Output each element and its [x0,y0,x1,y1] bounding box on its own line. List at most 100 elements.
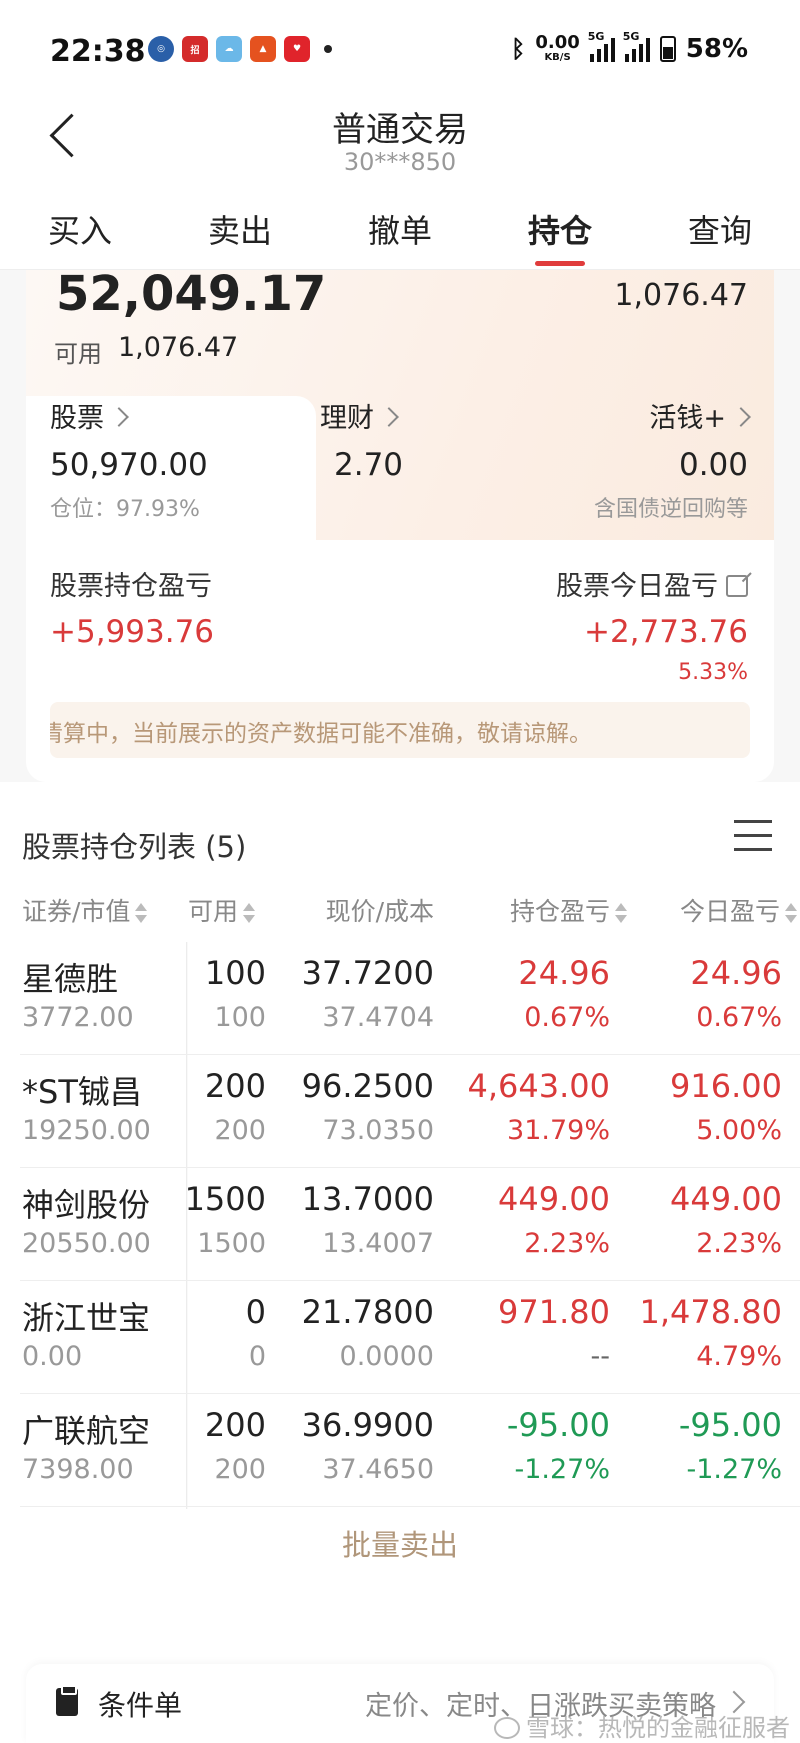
holding-pl: 971.80 [498,1293,610,1331]
sort-icon [614,903,628,923]
asset-breakdown: 股票 50,970.00 仓位：97.93% 理财 2.70 活钱+ 0.00 … [26,396,774,540]
tab-cancel[interactable]: 撤单 [320,190,480,269]
cost-price: 37.4650 [322,1454,434,1485]
net-speed: 0.00 KB/S [535,31,580,64]
wealth-entry[interactable]: 理财 2.70 [320,396,403,483]
holding-row[interactable]: 广联航空 7398.00 200 200 36.9900 37.4650 -95… [0,1394,800,1507]
row-divider [20,1506,800,1507]
signal-icon-2: 5G [623,30,650,62]
today-pl: 24.96 [690,954,782,992]
tab-positions[interactable]: 持仓 [480,190,640,269]
holding-pl-percent: 2.23% [524,1228,610,1259]
sort-icon [784,903,798,923]
stock-name: 浙江世宝 [22,1299,151,1337]
holding-row[interactable]: 神剑股份 20550.00 1500 1500 13.7000 13.4007 … [0,1168,800,1281]
heart-app-icon: ♥ [284,36,310,62]
current-price: 36.9900 [301,1406,434,1444]
stock-name: 神剑股份 [22,1186,151,1224]
holding-pl-value: +5,993.76 [50,614,215,650]
cash-plus-entry[interactable]: 活钱+ 0.00 含国债逆回购等 [593,396,751,523]
current-price: 96.2500 [301,1067,434,1105]
column-available-label: 可用 [188,897,239,926]
broker-app-icon: 招 [182,36,208,62]
column-price-cost: 现价/成本 [325,897,434,926]
position-qty: 100 [204,954,266,992]
today-pl: 1,478.80 [639,1293,783,1331]
notification-icons: ◎ 招 ☁ ▲ ♥ [148,36,332,62]
tab-sell[interactable]: 卖出 [160,190,320,269]
market-value: 3772.00 [22,1002,134,1033]
today-pl-percent: 5.33% [678,660,748,685]
current-price: 37.7200 [301,954,434,992]
available-cash: 1,076.47 [614,278,748,313]
holding-pl: 4,643.00 [467,1067,611,1105]
cost-price: 13.4007 [322,1228,434,1259]
status-bar: 22:38 ◎ 招 ☁ ▲ ♥ ᛒ 0.00 KB/S 5G 5G 58% [0,0,800,100]
status-indicators: ᛒ 0.00 KB/S 5G 5G 58% [510,30,748,64]
sort-icon [134,903,148,923]
today-pl: 449.00 [670,1180,782,1218]
wealth-label: 理财 [320,403,374,434]
signal-icon: 5G [588,30,615,62]
market-value: 7398.00 [22,1454,134,1485]
clipboard-icon [56,1685,78,1716]
holding-pl-percent: -1.27% [514,1454,610,1485]
cost-price: 37.4704 [322,1002,434,1033]
column-name-value[interactable]: 证券/市值 [22,892,148,928]
available-qty: 1500 [197,1228,266,1259]
position-qty: 0 [245,1293,266,1331]
column-today-pl-label: 今日盈亏 [679,897,780,926]
available-qty: 100 [214,1002,266,1033]
current-price: 13.7000 [301,1180,434,1218]
holding-row[interactable]: 星德胜 3772.00 100 100 37.7200 37.4704 24.9… [0,942,800,1055]
holdings-section: 股票持仓列表 (5) 证券/市值 可用 现价/成本 持仓盈亏 今日盈亏 星德胜 … [0,782,800,1743]
cost-price: 0.0000 [339,1341,434,1372]
holding-row[interactable]: 浙江世宝 0.00 0 0 21.7800 0.0000 971.80 -- 1… [0,1281,800,1394]
holding-pl: 449.00 [498,1180,610,1218]
available-label: 可用 [54,340,102,368]
market-value: 20550.00 [22,1228,151,1259]
conditional-order-label: 条件单 [98,1689,183,1722]
column-available[interactable]: 可用 [188,892,256,928]
holding-pl-percent: 0.67% [524,1002,610,1033]
weather-icon: ☁ [216,36,242,62]
chevron-right-icon [731,407,751,427]
watermark: 雪球：热悦的金融征服者 [494,1708,790,1743]
column-holding-pl[interactable]: 持仓盈亏 [510,892,628,928]
tab-buy[interactable]: 买入 [0,190,160,269]
stocks-entry[interactable]: 股票 50,970.00 仓位：97.93% [50,396,208,523]
menu-list-icon[interactable] [734,820,774,856]
cash-plus-value: 0.00 [678,447,748,483]
net-speed-value: 0.00 [535,31,580,53]
column-today-pl[interactable]: 今日盈亏 [680,892,798,928]
cash-plus-label: 活钱+ [649,403,726,434]
holdings-title: 股票持仓列表 (5) [22,830,247,864]
column-holding-pl-label: 持仓盈亏 [509,897,610,926]
xueqiu-logo-icon [494,1717,520,1739]
cash-plus-note: 含国债逆回购等 [593,497,748,522]
wealth-value: 2.70 [334,447,404,483]
stock-name: *ST铖昌 [22,1073,142,1111]
signal-tag-2: 5G [622,30,640,43]
tab-query[interactable]: 查询 [640,190,800,269]
net-speed-unit: KB/S [544,51,571,63]
page-header: 普通交易 30***850 [0,100,800,190]
available-qty: 0 [248,1341,266,1372]
watermark-text: 雪球：热悦的金融征服者 [526,1714,790,1742]
external-link-icon [726,575,748,597]
bluetooth-icon: ᛒ [510,35,526,63]
available-value: 1,076.47 [118,332,239,363]
cost-price: 73.0350 [322,1115,434,1146]
signal-tag: 5G [587,30,605,43]
market-value: 0.00 [22,1341,83,1372]
shopping-app-icon: ▲ [250,36,276,62]
batch-sell-button[interactable]: 批量卖出 [0,1522,800,1564]
today-pl-entry[interactable]: 股票今日盈亏 [556,564,748,603]
holding-pl: -95.00 [506,1406,610,1444]
column-name-label: 证券/市值 [22,897,131,926]
today-pl-percent: 0.67% [696,1002,782,1033]
market-value: 19250.00 [22,1115,151,1146]
asset-summary-card: 52,049.17 1,076.47 可用 1,076.47 股票 50,970… [26,270,774,782]
holding-row[interactable]: *ST铖昌 19250.00 200 200 96.2500 73.0350 4… [0,1055,800,1168]
today-pl: 916.00 [670,1067,782,1105]
